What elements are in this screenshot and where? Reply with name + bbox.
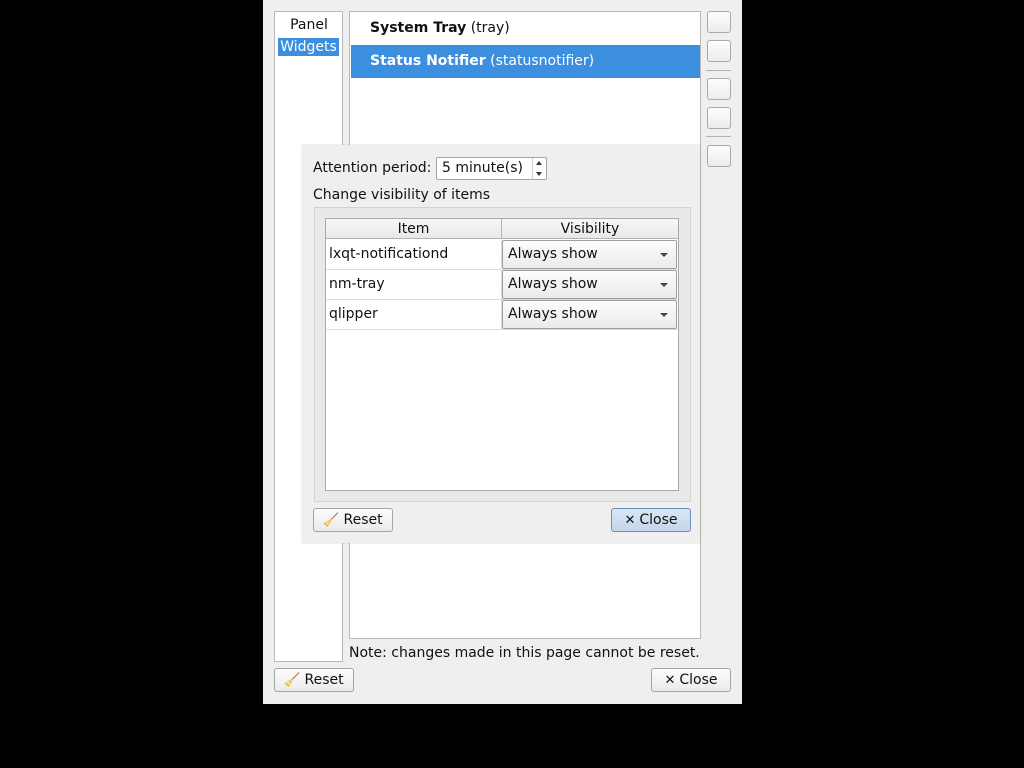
toolbar-separator bbox=[706, 136, 731, 137]
spin-down-icon[interactable] bbox=[536, 172, 542, 176]
visibility-combo[interactable]: Always show bbox=[502, 270, 677, 299]
reset-note: Note: changes made in this page cannot b… bbox=[349, 645, 700, 661]
visibility-label: Change visibility of items bbox=[313, 187, 491, 203]
widget-id: (tray) bbox=[470, 20, 510, 36]
add-widget-button[interactable] bbox=[707, 11, 731, 33]
section-item-panel[interactable]: Panel bbox=[289, 16, 329, 34]
visibility-combo[interactable]: Always show bbox=[502, 300, 677, 329]
column-header-visibility[interactable]: Visibility bbox=[502, 219, 678, 239]
dialog-close-label: Close bbox=[639, 512, 678, 528]
widget-id: (statusnotifier) bbox=[490, 53, 595, 69]
spin-up-icon[interactable] bbox=[536, 161, 542, 165]
section-item-widgets[interactable]: Widgets bbox=[278, 38, 339, 56]
visibility-table: Item Visibility lxqt-notificationd Alway… bbox=[325, 218, 679, 491]
chevron-down-icon bbox=[660, 253, 668, 257]
dialog-close-button[interactable]: ✕ Close bbox=[611, 508, 691, 532]
attention-period-value: 5 minute(s) bbox=[442, 160, 523, 176]
close-button-label: Close bbox=[679, 672, 718, 688]
visibility-combo[interactable]: Always show bbox=[502, 240, 677, 269]
item-name: lxqt-notificationd bbox=[329, 246, 449, 262]
visibility-value: Always show bbox=[508, 306, 598, 322]
remove-widget-button[interactable] bbox=[707, 40, 731, 62]
visibility-value: Always show bbox=[508, 246, 598, 262]
broom-icon: 🧹 bbox=[284, 672, 301, 688]
widget-item-status-notifier[interactable]: Status Notifier (statusnotifier) bbox=[351, 45, 700, 78]
attention-period-label: Attention period: bbox=[313, 160, 432, 176]
widget-item-system-tray[interactable]: System Tray (tray) bbox=[351, 12, 700, 45]
close-x-icon: ✕ bbox=[624, 512, 636, 528]
widget-name: System Tray bbox=[370, 20, 467, 36]
table-row: lxqt-notificationd Always show bbox=[326, 240, 678, 270]
close-x-icon: ✕ bbox=[664, 672, 676, 688]
move-down-button[interactable] bbox=[707, 107, 731, 129]
table-row: qlipper Always show bbox=[326, 300, 678, 330]
close-button[interactable]: ✕ Close bbox=[651, 668, 731, 692]
configure-widget-button[interactable] bbox=[707, 145, 731, 167]
reset-button-label: Reset bbox=[304, 672, 344, 688]
dialog-reset-button[interactable]: 🧹 Reset bbox=[313, 508, 393, 532]
column-header-item[interactable]: Item bbox=[326, 219, 502, 239]
item-name: qlipper bbox=[329, 306, 378, 322]
broom-icon: 🧹 bbox=[323, 512, 340, 528]
chevron-down-icon bbox=[660, 283, 668, 287]
move-up-button[interactable] bbox=[707, 78, 731, 100]
spin-arrows[interactable] bbox=[532, 158, 546, 179]
widget-name: Status Notifier bbox=[370, 53, 486, 69]
dialog-reset-label: Reset bbox=[343, 512, 383, 528]
table-row: nm-tray Always show bbox=[326, 270, 678, 300]
visibility-value: Always show bbox=[508, 276, 598, 292]
reset-button[interactable]: 🧹 Reset bbox=[274, 668, 354, 692]
item-name: nm-tray bbox=[329, 276, 385, 292]
chevron-down-icon bbox=[660, 313, 668, 317]
toolbar-separator bbox=[706, 70, 731, 71]
attention-period-spinbox[interactable]: 5 minute(s) bbox=[436, 157, 547, 180]
